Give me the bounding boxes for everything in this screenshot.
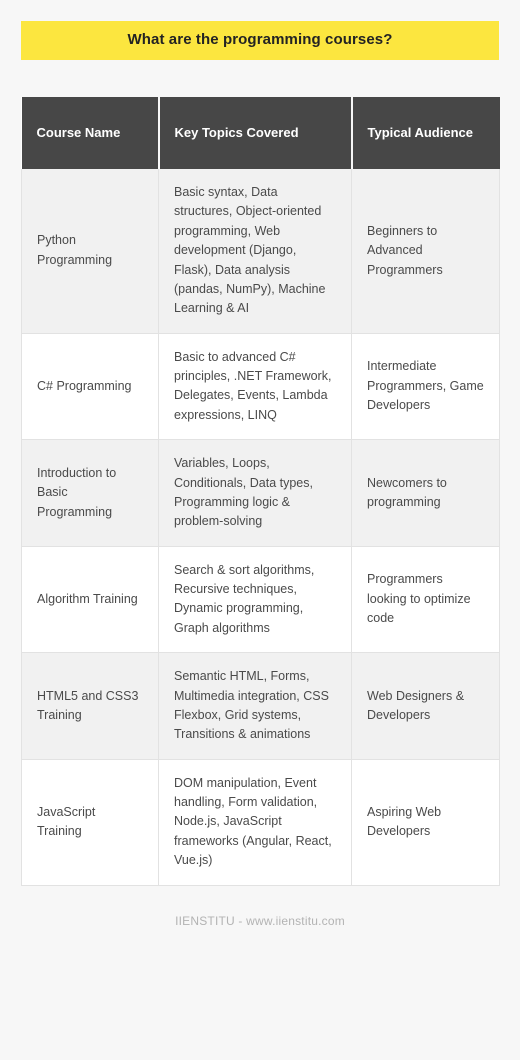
cell-key-topics: DOM manipulation, Event handling, Form v… xyxy=(158,759,352,886)
cell-course-name: Python Programming xyxy=(21,169,159,334)
cell-course-name: Introduction to Basic Programming xyxy=(21,439,159,547)
table-row: Algorithm Training Search & sort algorit… xyxy=(21,546,500,654)
cell-course-name: HTML5 and CSS3 Training xyxy=(21,652,159,760)
table-row: Introduction to Basic Programming Variab… xyxy=(21,439,500,547)
programming-courses-table: Course Name Key Topics Covered Typical A… xyxy=(21,97,500,886)
table-row: Python Programming Basic syntax, Data st… xyxy=(21,169,500,334)
cell-key-topics: Search & sort algorithms, Recursive tech… xyxy=(158,546,352,654)
column-header-course-name: Course Name xyxy=(21,97,160,169)
title-banner: What are the programming courses? xyxy=(21,21,499,60)
footer-attribution: IIENSTITU - www.iienstitu.com xyxy=(175,913,345,928)
table-header: Course Name Key Topics Covered Typical A… xyxy=(21,97,500,169)
cell-key-topics: Semantic HTML, Forms, Multimedia integra… xyxy=(158,652,352,760)
cell-key-topics: Basic syntax, Data structures, Object-or… xyxy=(158,169,352,334)
table-header-row: Course Name Key Topics Covered Typical A… xyxy=(21,97,500,169)
table-row: HTML5 and CSS3 Training Semantic HTML, F… xyxy=(21,652,500,760)
table-row: JavaScript Training DOM manipulation, Ev… xyxy=(21,759,500,886)
cell-course-name: JavaScript Training xyxy=(21,759,159,886)
cell-key-topics: Variables, Loops, Conditionals, Data typ… xyxy=(158,439,352,547)
table-body: Python Programming Basic syntax, Data st… xyxy=(21,169,500,886)
cell-typical-audience: Aspiring Web Developers xyxy=(351,759,500,886)
column-header-key-topics: Key Topics Covered xyxy=(158,97,353,169)
table-row: C# Programming Basic to advanced C# prin… xyxy=(21,333,500,441)
column-header-typical-audience: Typical Audience xyxy=(351,97,500,169)
cell-typical-audience: Intermediate Programmers, Game Developer… xyxy=(351,333,500,441)
cell-typical-audience: Beginners to Advanced Programmers xyxy=(351,169,500,334)
page-title: What are the programming courses? xyxy=(127,31,393,49)
cell-key-topics: Basic to advanced C# principles, .NET Fr… xyxy=(158,333,352,441)
cell-course-name: C# Programming xyxy=(21,333,159,441)
cell-typical-audience: Newcomers to programming xyxy=(351,439,500,547)
cell-typical-audience: Programmers looking to optimize code xyxy=(351,546,500,654)
cell-course-name: Algorithm Training xyxy=(21,546,159,654)
page-root: What are the programming courses? Course… xyxy=(0,0,520,1060)
cell-typical-audience: Web Designers & Developers xyxy=(351,652,500,760)
